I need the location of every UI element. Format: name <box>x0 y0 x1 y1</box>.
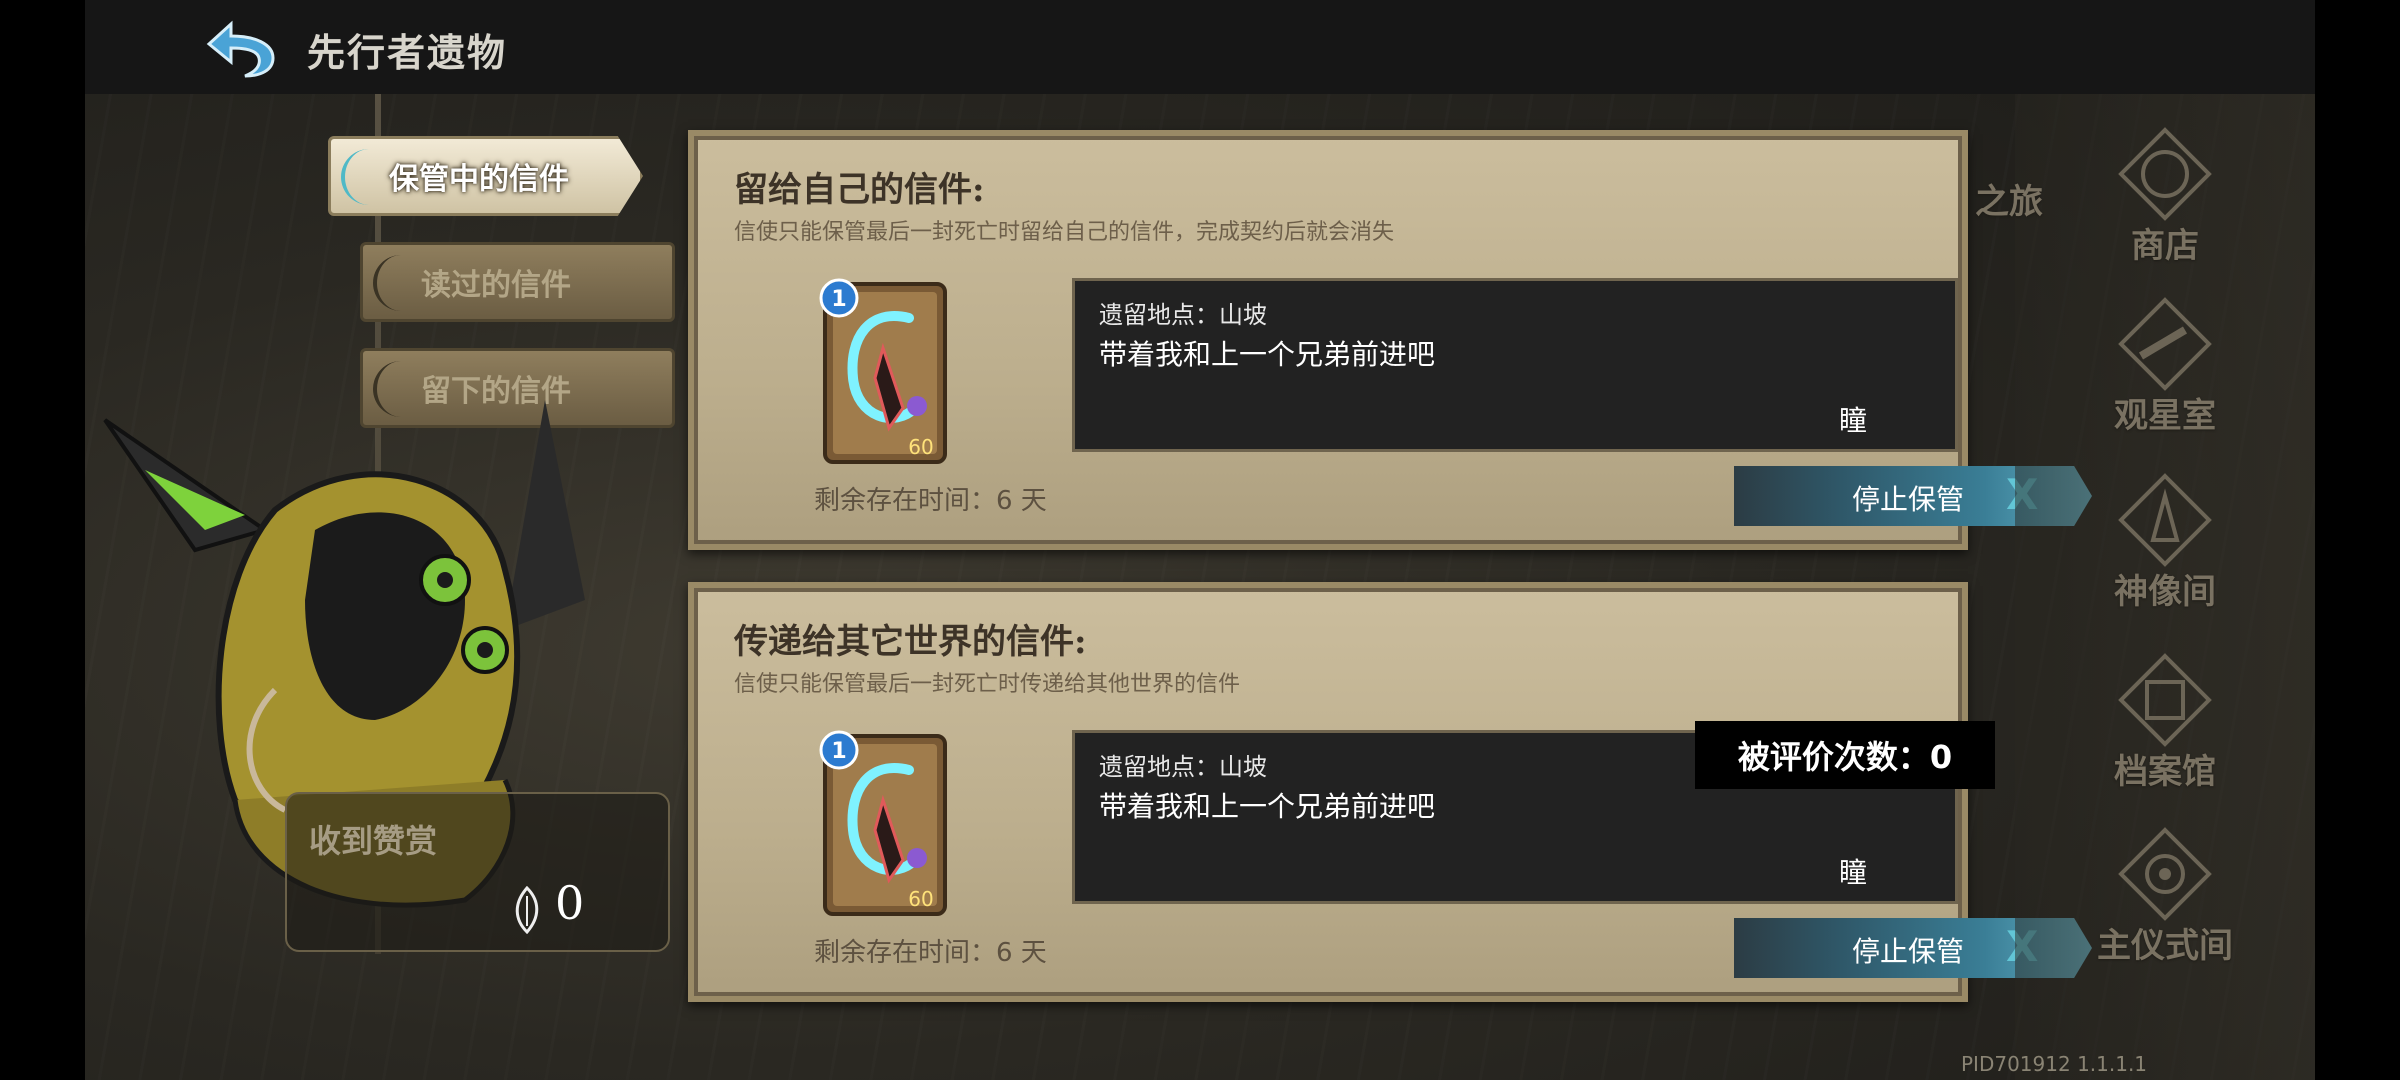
nav-item-statue-hall[interactable]: 神像间 <box>2075 470 2255 613</box>
right-nav-menu: 之旅 商店 观星室 神像间 档案馆 主仪式间 <box>1975 94 2315 1080</box>
reward-panel: 收到赞赏 0 <box>285 792 670 952</box>
message-box: 遗留地点：山坡 带着我和上一个兄弟前进吧 瞳 <box>1072 278 1958 452</box>
card-title: 传递给其它世界的信件: <box>734 622 1087 662</box>
feather-coin-icon <box>515 886 539 934</box>
hooded-creature-illustration <box>103 400 585 908</box>
letter-level: 60 <box>908 435 933 459</box>
nav-item-archive[interactable]: 档案馆 <box>2075 650 2255 793</box>
letter-card-icon[interactable]: 1 60 <box>819 730 951 920</box>
nav-label: 商店 <box>2131 226 2199 266</box>
page-title: 先行者遗物 <box>307 30 508 75</box>
card-self-letter: 留给自己的信件: 信使只能保管最后一封死亡时留给自己的信件，完成契约后就会消失 … <box>688 130 2092 550</box>
letter-card-icon[interactable]: 1 60 <box>819 278 951 468</box>
message-location: 遗留地点：山坡 <box>1099 753 1267 781</box>
tab-stored-letters[interactable]: 保管中的信件 <box>328 136 643 216</box>
letter-badge: 1 <box>831 287 846 312</box>
archive-icon <box>2118 653 2212 747</box>
card-title: 留给自己的信件: <box>734 170 985 210</box>
tab-label: 读过的信件 <box>421 268 571 303</box>
card-description: 信使只能保管最后一封死亡时留给自己的信件，完成契约后就会消失 <box>734 220 1395 245</box>
nav-label: 之旅 <box>1975 182 2043 222</box>
tab-notch <box>373 255 403 311</box>
statue-icon <box>2118 473 2212 567</box>
tab-label: 保管中的信件 <box>389 162 569 197</box>
reward-count: 0 <box>555 876 585 930</box>
nav-item-observatory[interactable]: 观星室 <box>2075 294 2255 437</box>
message-location: 遗留地点：山坡 <box>1099 301 1267 329</box>
message-author: 瞳 <box>1839 404 1868 437</box>
header-bar: 先行者遗物 <box>85 0 2315 94</box>
remaining-time: 剩余存在时间：6 天 <box>814 938 1047 968</box>
build-id-label: PID701912 1.1.1.1 <box>1961 1052 2148 1076</box>
button-label: 停止保管 <box>1852 935 1965 968</box>
message-text: 带着我和上一个兄弟前进吧 <box>1099 338 1436 371</box>
message-author: 瞳 <box>1839 856 1868 889</box>
card-description: 信使只能保管最后一封死亡时传递给其他世界的信件 <box>734 672 1241 697</box>
tab-notch <box>341 149 371 205</box>
remaining-time: 剩余存在时间：6 天 <box>814 486 1047 516</box>
nav-label: 观星室 <box>2114 396 2216 436</box>
game-screen: 先行者遗物 保管中的信件 读过的信件 留下的信件 收到赞赏 0 留给自己的信件:… <box>85 0 2315 1080</box>
nav-label: 神像间 <box>2114 572 2216 612</box>
rating-count-badge: 被评价次数：0 <box>1695 721 1995 789</box>
nav-item-shop[interactable]: 商店 <box>2075 124 2255 267</box>
card-world-letter: 传递给其它世界的信件: 信使只能保管最后一封死亡时传递给其他世界的信件 1 60… <box>688 582 2092 1002</box>
message-text: 带着我和上一个兄弟前进吧 <box>1099 790 1436 823</box>
nav-item-journey[interactable]: 之旅 <box>1975 182 2055 223</box>
letter-level: 60 <box>908 887 933 911</box>
ritual-circle-icon <box>2118 827 2212 921</box>
back-arrow-icon[interactable] <box>197 18 279 80</box>
nav-item-ritual-hall[interactable]: 主仪式间 <box>2075 824 2255 967</box>
telescope-icon <box>2118 297 2212 391</box>
compass-icon <box>2118 127 2212 221</box>
reward-title: 收到赞赏 <box>309 822 438 860</box>
tab-read-letters[interactable]: 读过的信件 <box>360 242 675 322</box>
nav-label: 主仪式间 <box>2097 926 2233 966</box>
letter-badge: 1 <box>831 739 846 764</box>
nav-label: 档案馆 <box>2114 752 2216 792</box>
button-label: 停止保管 <box>1852 483 1965 516</box>
